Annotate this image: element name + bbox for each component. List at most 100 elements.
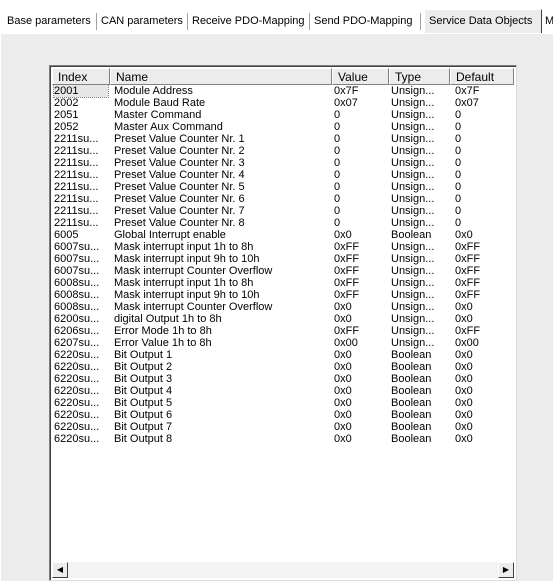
- cell-value: 0x0: [334, 385, 352, 397]
- table-row[interactable]: 6007su... Mask interrupt input 9h to 10h 0…: [52, 253, 514, 265]
- cell-type: Unsign...: [391, 169, 435, 181]
- cell-name: Bit Output 4: [114, 385, 173, 397]
- cell-value: 0x0: [334, 421, 352, 433]
- cell-name: Module Address: [114, 85, 193, 97]
- tab-send-pdo-mapping[interactable]: Send PDO-Mapping: [310, 13, 421, 30]
- cell-default: 0xFF: [455, 277, 481, 289]
- table-row[interactable]: 2001 Module Address 0x7F Unsign... 0x7F: [52, 84, 514, 98]
- cell-name: Preset Value Counter Nr. 5: [114, 181, 245, 193]
- table-row[interactable]: 6207su... Error Value 1h to 8h 0x00 Unsign.…: [52, 337, 514, 349]
- horizontal-scrollbar[interactable]: ◀ ▶: [52, 562, 514, 578]
- cell-name: digital Output 1h to 8h: [114, 313, 222, 325]
- list-rows: 2001 Module Address 0x7F Unsign... 0x7F 2002 M…: [52, 84, 514, 445]
- cell-default: 0x0: [455, 385, 473, 397]
- table-row[interactable]: 6220su... Bit Output 6 0x0 Boolean 0x0: [52, 409, 514, 421]
- table-row[interactable]: 6008su... Mask interrupt input 1h to 8h 0x…: [52, 277, 514, 289]
- cell-name: Error Value 1h to 8h: [114, 337, 212, 349]
- table-row[interactable]: 6007su... Mask interrupt Counter Overflow…: [52, 265, 514, 277]
- table-row[interactable]: 6220su... Bit Output 4 0x0 Boolean 0x0: [52, 385, 514, 397]
- cell-type: Unsign...: [391, 289, 435, 301]
- cell-type: Unsign...: [391, 205, 435, 217]
- cell-type: Unsign...: [391, 217, 435, 229]
- cell-index: 6220su...: [54, 409, 100, 421]
- cell-name: Module Baud Rate: [114, 97, 206, 109]
- table-row[interactable]: 6200su... digital Output 1h to 8h 0x0 Unsig…: [52, 313, 514, 325]
- column-header-name[interactable]: Name: [110, 68, 332, 85]
- cell-type: Unsign...: [391, 181, 435, 193]
- cell-type: Unsign...: [391, 253, 435, 265]
- cell-value: 0x0: [334, 229, 352, 241]
- cell-value: 0x0: [334, 313, 352, 325]
- cell-name: Bit Output 7: [114, 421, 173, 433]
- cell-value: 0x0: [334, 409, 352, 421]
- table-row[interactable]: 2002 Module Baud Rate 0x07 Unsign... 0x07: [52, 97, 514, 109]
- cell-index: 6220su...: [54, 385, 100, 397]
- table-row[interactable]: 2211su... Preset Value Counter Nr. 3 0 Unsi…: [52, 157, 514, 169]
- sdo-list-view[interactable]: Index Name Value Type Default 2001 Module…: [49, 65, 517, 581]
- tab-service-data-objects[interactable]: Service Data Objects: [424, 9, 542, 33]
- cell-default: 0x0: [455, 349, 473, 361]
- table-row[interactable]: 6206su... Error Mode 1h to 8h 0xFF Unsign..…: [52, 325, 514, 337]
- table-row[interactable]: 6220su... Bit Output 2 0x0 Boolean 0x0: [52, 361, 514, 373]
- cell-default: 0x0: [455, 229, 473, 241]
- table-row[interactable]: 6220su... Bit Output 1 0x0 Boolean 0x0: [52, 349, 514, 361]
- tab-truncated[interactable]: M: [543, 13, 553, 30]
- table-row[interactable]: 2211su... Preset Value Counter Nr. 2 0 Unsi…: [52, 145, 514, 157]
- cell-type: Unsign...: [391, 145, 435, 157]
- table-row[interactable]: 6220su... Bit Output 8 0x0 Boolean 0x0: [52, 433, 514, 445]
- table-row[interactable]: 2211su... Preset Value Counter Nr. 5 0 Unsi…: [52, 181, 514, 193]
- table-row[interactable]: 6008su... Mask interrupt input 9h to 10h 0…: [52, 289, 514, 301]
- cell-type: Boolean: [391, 229, 432, 241]
- table-row[interactable]: 2211su... Preset Value Counter Nr. 8 0 Unsi…: [52, 217, 514, 229]
- cell-type: Boolean: [391, 349, 432, 361]
- cell-type: Boolean: [391, 361, 432, 373]
- cell-value: 0xFF: [334, 289, 360, 301]
- cell-name: Bit Output 5: [114, 397, 173, 409]
- cell-index: 2211su...: [54, 169, 99, 181]
- cell-name: Bit Output 8: [114, 433, 173, 445]
- tab-base-parameters[interactable]: Base parameters: [2, 13, 97, 30]
- table-row[interactable]: 2211su... Preset Value Counter Nr. 4 0 Unsi…: [52, 169, 514, 181]
- cell-value: 0x0: [334, 361, 352, 373]
- cell-value: 0x07: [334, 97, 358, 109]
- table-row[interactable]: 6220su... Bit Output 7 0x0 Boolean 0x0: [52, 421, 514, 433]
- cell-type: Unsign...: [391, 193, 435, 205]
- column-header-type[interactable]: Type: [389, 68, 450, 85]
- column-header-value[interactable]: Value: [332, 68, 389, 85]
- cell-index: 6007su...: [54, 265, 100, 277]
- table-row[interactable]: 2211su... Preset Value Counter Nr. 7 0 Unsi…: [52, 205, 514, 217]
- cell-value: 0x0: [334, 373, 352, 385]
- cell-type: Boolean: [391, 385, 432, 397]
- cell-index: 2211su...: [54, 217, 99, 229]
- cell-type: Unsign...: [391, 313, 435, 325]
- cell-default: 0: [455, 109, 462, 121]
- table-row[interactable]: 6005 Global Interrupt enable 0x0 Boolean 0x0: [52, 229, 514, 241]
- cell-value: 0: [334, 145, 341, 157]
- cell-value: 0x0: [334, 301, 352, 313]
- cell-value: 0xFF: [334, 325, 360, 337]
- table-row[interactable]: 2052 Master Aux Command 0 Unsign... 0: [52, 121, 514, 133]
- table-row[interactable]: 6220su... Bit Output 3 0x0 Boolean 0x0: [52, 373, 514, 385]
- cell-index: 6008su...: [54, 277, 100, 289]
- tab-receive-pdo-mapping[interactable]: Receive PDO-Mapping: [188, 13, 310, 30]
- cell-name: Master Command: [114, 109, 202, 121]
- table-row[interactable]: 6008su... Mask interrupt Counter Overflow…: [52, 301, 514, 313]
- cell-index: 6220su...: [54, 349, 100, 361]
- tab-strip: Base parameters CAN parameters Receive P…: [0, 0, 553, 34]
- column-header-default[interactable]: Default: [450, 68, 514, 85]
- cell-default: 0: [455, 217, 462, 229]
- cell-type: Unsign...: [391, 109, 435, 121]
- tab-can-parameters[interactable]: CAN parameters: [97, 13, 188, 30]
- cell-name: Preset Value Counter Nr. 4: [114, 169, 245, 181]
- table-row[interactable]: 2211su... Preset Value Counter Nr. 1 0 Unsi…: [52, 133, 514, 145]
- arrow-left-icon[interactable]: ◀: [52, 562, 68, 578]
- table-row[interactable]: 2051 Master Command 0 Unsign... 0: [52, 109, 514, 121]
- table-row[interactable]: 2211su... Preset Value Counter Nr. 6 0 Unsi…: [52, 193, 514, 205]
- table-row[interactable]: 6220su... Bit Output 5 0x0 Boolean 0x0: [52, 397, 514, 409]
- cell-default: 0xFF: [455, 253, 481, 265]
- table-row[interactable]: 6007su... Mask interrupt input 1h to 8h 0x…: [52, 241, 514, 253]
- arrow-right-icon[interactable]: ▶: [498, 562, 514, 578]
- cell-type: Unsign...: [391, 97, 435, 109]
- cell-default: 0x00: [455, 337, 479, 349]
- column-header-index[interactable]: Index: [52, 68, 110, 85]
